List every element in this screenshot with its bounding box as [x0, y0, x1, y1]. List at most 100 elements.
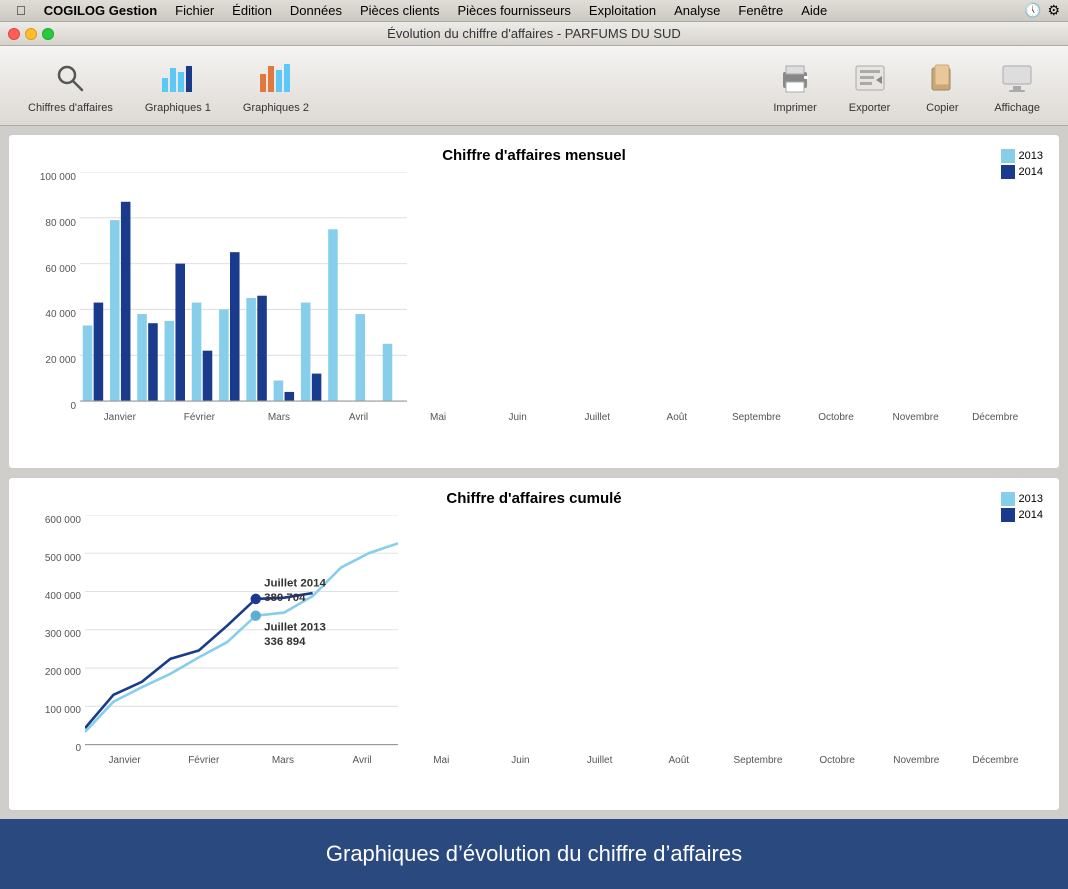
traffic-lights: [8, 28, 54, 40]
settings-icon: ⚙: [1047, 2, 1060, 19]
bar-x-label: Juillet: [557, 412, 637, 423]
bar-x-label: Août: [637, 412, 717, 423]
search-icon: [50, 58, 90, 98]
display-icon: [997, 58, 1037, 98]
footer-text: Graphiques d’évolution du chiffre d’affa…: [326, 841, 742, 867]
graphiques1-label: Graphiques 1: [145, 102, 211, 114]
bar-x-label: Novembre: [876, 412, 956, 423]
exporter-button[interactable]: Exporter: [837, 52, 903, 120]
window-title: Évolution du chiffre d'affaires - PARFUM…: [387, 26, 681, 41]
ly-300k: 300 000: [45, 629, 81, 640]
main-content: Chiffre d'affaires mensuel 2013 2014 100…: [0, 126, 1068, 819]
svg-text:Juillet 2014: Juillet 2014: [264, 577, 326, 589]
graphiques2-button[interactable]: Graphiques 2: [231, 52, 321, 120]
bar-x-label: Février: [160, 412, 240, 423]
line-x-label: Octobre: [798, 755, 877, 766]
menu-fichier[interactable]: Fichier: [167, 1, 222, 20]
line-x-label: Novembre: [877, 755, 956, 766]
svg-text:336 894: 336 894: [264, 635, 306, 647]
bar-chart-area: [80, 172, 407, 412]
footer: Graphiques d’évolution du chiffre d’affa…: [0, 819, 1068, 889]
affichage-label: Affichage: [994, 102, 1040, 114]
graphiques1-button[interactable]: Graphiques 1: [133, 52, 223, 120]
menu-pieces-clients[interactable]: Pièces clients: [352, 1, 447, 20]
menu-exploitation[interactable]: Exploitation: [581, 1, 664, 20]
menu-fenetre[interactable]: Fenêtre: [730, 1, 791, 20]
line-x-label: Juin: [481, 755, 560, 766]
exporter-label: Exporter: [849, 102, 891, 114]
copier-button[interactable]: Copier: [910, 52, 974, 120]
line-x-label: Avril: [323, 755, 402, 766]
legend-2013-label: 2013: [1019, 150, 1043, 162]
bar-x-label: Avril: [319, 412, 399, 423]
app-name[interactable]: COGILOG Gestion: [36, 1, 165, 20]
legend-2013: 2013: [1001, 149, 1043, 163]
y-label-100k: 100 000: [40, 172, 76, 183]
line-chart-container: 600 000 500 000 400 000 300 000 200 000 …: [25, 515, 1043, 755]
chiffres-button[interactable]: Chiffres d'affaires: [16, 52, 125, 120]
line-x-label: Septembre: [718, 755, 797, 766]
bar-x-axis: JanvierFévrierMarsAvrilMaiJuinJuilletAoû…: [80, 412, 1035, 423]
menu-donnees[interactable]: Données: [282, 1, 350, 20]
menubar:  COGILOG Gestion Fichier Édition Donnée…: [0, 0, 1068, 22]
toolbar-right: Imprimer Exporter: [761, 52, 1052, 120]
bar-chart2-icon: [256, 58, 296, 98]
menu-pieces-fournisseurs[interactable]: Pièces fournisseurs: [449, 1, 578, 20]
minimize-button[interactable]: [25, 28, 37, 40]
bar-chart-title: Chiffre d'affaires mensuel: [25, 147, 1043, 164]
menu-analyse[interactable]: Analyse: [666, 1, 728, 20]
affichage-button[interactable]: Affichage: [982, 52, 1052, 120]
graphiques2-label: Graphiques 2: [243, 102, 309, 114]
imprimer-button[interactable]: Imprimer: [761, 52, 828, 120]
toolbar-left: Chiffres d'affaires Graphiques 1: [16, 52, 321, 120]
svg-text:Juillet 2013: Juillet 2013: [264, 621, 326, 633]
copy-icon: [922, 58, 962, 98]
bar-chart-container: 100 000 80 000 60 000 40 000 20 000 0: [25, 172, 1043, 412]
bar-x-label: Janvier: [80, 412, 160, 423]
window-titlebar: Évolution du chiffre d'affaires - PARFUM…: [0, 22, 1068, 46]
y-label-80k: 80 000: [45, 218, 76, 229]
menu-edition[interactable]: Édition: [224, 1, 280, 20]
line-x-label: Janvier: [85, 755, 164, 766]
line-y-axis: 600 000 500 000 400 000 300 000 200 000 …: [25, 515, 85, 755]
bar-x-label: Décembre: [955, 412, 1035, 423]
line-chart-panel: Chiffre d'affaires cumulé 2013 2014 600 …: [8, 477, 1060, 812]
chiffres-label: Chiffres d'affaires: [28, 102, 113, 114]
toolbar: Chiffres d'affaires Graphiques 1: [0, 46, 1068, 126]
ly-0: 0: [75, 743, 81, 754]
copier-label: Copier: [926, 102, 958, 114]
y-label-20k: 20 000: [45, 355, 76, 366]
bar-chart-svg: [80, 172, 407, 412]
bar-y-axis: 100 000 80 000 60 000 40 000 20 000 0: [25, 172, 80, 412]
y-label-40k: 40 000: [45, 309, 76, 320]
y-label-60k: 60 000: [45, 264, 76, 275]
line-x-label: Août: [639, 755, 718, 766]
maximize-button[interactable]: [42, 28, 54, 40]
menu-aide[interactable]: Aide: [793, 1, 835, 20]
apple-menu[interactable]: : [8, 1, 34, 20]
ly-100k: 100 000: [45, 705, 81, 716]
line-legend-2013-color: [1001, 492, 1015, 506]
bar-x-label: Mars: [239, 412, 319, 423]
line-x-label: Juillet: [560, 755, 639, 766]
bar-x-label: Septembre: [717, 412, 797, 423]
line-legend-2013: 2013: [1001, 492, 1043, 506]
ly-500k: 500 000: [45, 553, 81, 564]
bar-chart1-icon: [158, 58, 198, 98]
ly-200k: 200 000: [45, 667, 81, 678]
line-x-label: Mars: [243, 755, 322, 766]
line-x-label: Février: [164, 755, 243, 766]
print-icon: [775, 58, 815, 98]
close-button[interactable]: [8, 28, 20, 40]
ly-400k: 400 000: [45, 591, 81, 602]
bar-x-label: Octobre: [796, 412, 876, 423]
line-legend-2013-label: 2013: [1019, 493, 1043, 505]
clock-icon: 🕔: [1024, 2, 1041, 19]
bar-x-label: Mai: [398, 412, 478, 423]
line-chart-title: Chiffre d'affaires cumulé: [25, 490, 1043, 507]
bar-chart-panel: Chiffre d'affaires mensuel 2013 2014 100…: [8, 134, 1060, 469]
y-label-0: 0: [70, 401, 76, 412]
line-x-label: Décembre: [956, 755, 1035, 766]
bar-x-label: Juin: [478, 412, 558, 423]
line-chart-area: Juillet 2014380 704Juillet 2013336 894: [85, 515, 398, 755]
